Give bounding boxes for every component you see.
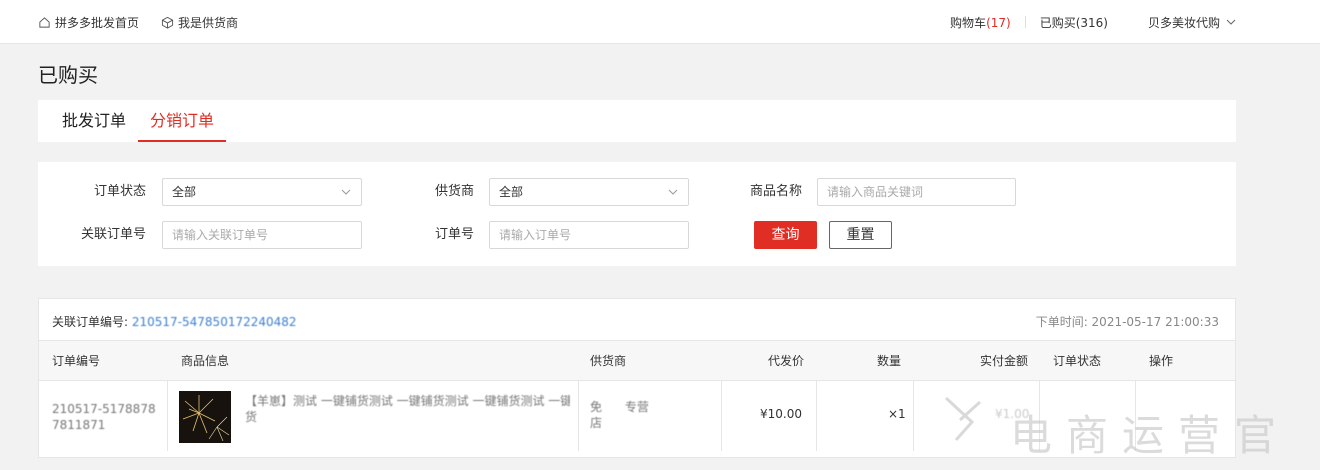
home-link-label: 拼多多批发首页 xyxy=(55,15,140,30)
product-title-line2: 货 xyxy=(245,410,258,424)
tab-distribution-orders[interactable]: 分销订单 xyxy=(137,100,227,142)
home-icon xyxy=(39,16,50,28)
related-order-label: 关联订单编号: xyxy=(52,315,129,329)
order-time: 下单时间: 2021-05-17 21:00:33 xyxy=(1035,315,1219,329)
related-order-number: 关联订单编号: 210517-547850172240482 xyxy=(52,313,297,330)
order-status-value: 全部 xyxy=(172,185,197,199)
paid-amount: ¥1.00 xyxy=(995,407,1030,421)
quantity: ×1 xyxy=(888,407,906,421)
supplier-select[interactable]: 全部 xyxy=(489,178,689,206)
order-number: 210517-5178878 7811871 xyxy=(52,401,156,433)
col-price: 代发价 xyxy=(768,354,805,368)
cart-link[interactable]: 购物车(17) xyxy=(950,14,1011,31)
col-supplier: 供货商 xyxy=(590,354,627,368)
cart-label: 购物车 xyxy=(950,15,987,30)
page-title: 已购买 xyxy=(38,63,98,87)
divider xyxy=(1135,381,1136,451)
supplier-line2: 店 xyxy=(590,416,603,430)
divider xyxy=(578,381,579,451)
divider xyxy=(913,381,914,451)
divider xyxy=(816,381,817,451)
dropship-price: ¥10.00 xyxy=(760,407,802,421)
divider xyxy=(1024,16,1026,28)
cart-count: (17) xyxy=(986,15,1011,30)
related-order-input[interactable]: 请输入关联订单号 xyxy=(162,221,362,249)
top-nav-bar: 拼多多批发首页 我是供货商 购物车(17) 已购买(316) 贝多美妆代购 xyxy=(0,0,1320,44)
divider xyxy=(167,381,168,451)
chevron-down-icon xyxy=(341,189,351,195)
product-title-line1: 【羊崽】测试 一键铺货测试 一键铺货测试 一键铺货测试 一键铺 xyxy=(245,394,570,408)
chevron-down-icon xyxy=(668,189,678,195)
order-number-line1: 210517-5178878 xyxy=(52,402,156,416)
order-tabs: 批发订单 分销订单 xyxy=(38,100,1236,142)
related-order-value[interactable]: 210517-547850172240482 xyxy=(132,315,297,329)
bought-link[interactable]: 已购买(316) xyxy=(1040,14,1108,31)
divider xyxy=(1039,381,1040,451)
order-card-header: 关联订单编号: 210517-547850172240482 下单时间: 202… xyxy=(39,299,1235,341)
order-no-input[interactable]: 请输入订单号 xyxy=(489,221,689,249)
col-actions: 操作 xyxy=(1149,354,1174,368)
product-title[interactable]: 【羊崽】测试 一键铺货测试 一键铺货测试 一键铺货测试 一键铺 货 xyxy=(245,393,570,425)
fireworks-image xyxy=(179,391,231,443)
order-card: 关联订单编号: 210517-547850172240482 下单时间: 202… xyxy=(38,298,1236,458)
supplier-link[interactable]: 我是供货商 xyxy=(161,14,238,31)
col-status: 订单状态 xyxy=(1053,354,1102,368)
order-number-line2: 7811871 xyxy=(52,418,106,432)
reset-button[interactable]: 重置 xyxy=(829,221,892,249)
supplier-link-label: 我是供货商 xyxy=(178,15,239,30)
filter-panel: 订单状态 全部 供货商 全部 商品名称 请输入商品关键词 关联订单号 请输入关联… xyxy=(38,162,1236,266)
query-button[interactable]: 查询 xyxy=(754,221,817,249)
col-paid: 实付金额 xyxy=(980,354,1029,368)
account-menu[interactable]: 贝多美妆代购 xyxy=(1148,14,1236,31)
col-order-no: 订单编号 xyxy=(52,354,101,368)
product-thumbnail[interactable] xyxy=(179,391,231,443)
product-name-input[interactable]: 请输入商品关键词 xyxy=(817,178,1016,206)
order-status-select[interactable]: 全部 xyxy=(162,178,362,206)
account-name: 贝多美妆代购 xyxy=(1147,15,1220,30)
supplier-filter-label: 供货商 xyxy=(434,184,474,199)
order-no-label: 订单号 xyxy=(434,227,474,242)
box-icon xyxy=(161,16,174,29)
tab-wholesale-orders[interactable]: 批发订单 xyxy=(62,100,126,142)
order-status-label: 订单状态 xyxy=(93,184,146,199)
col-product-info: 商品信息 xyxy=(181,354,230,368)
related-order-label: 关联订单号 xyxy=(80,227,146,242)
home-link[interactable]: 拼多多批发首页 xyxy=(38,14,139,31)
divider xyxy=(721,381,722,451)
table-header: 订单编号 商品信息 供货商 代发价 数量 实付金额 订单状态 操作 xyxy=(39,341,1235,381)
chevron-down-icon xyxy=(1226,19,1236,25)
supplier-line1: 免 专营 xyxy=(590,400,649,414)
product-name-label: 商品名称 xyxy=(749,184,802,199)
table-row: 210517-5178878 7811871 【羊崽】测试 一键铺货测试 一键铺… xyxy=(39,381,1235,451)
supplier-select-value: 全部 xyxy=(499,185,524,199)
col-quantity: 数量 xyxy=(877,354,902,368)
supplier-name[interactable]: 免 专营 店 xyxy=(590,399,649,431)
